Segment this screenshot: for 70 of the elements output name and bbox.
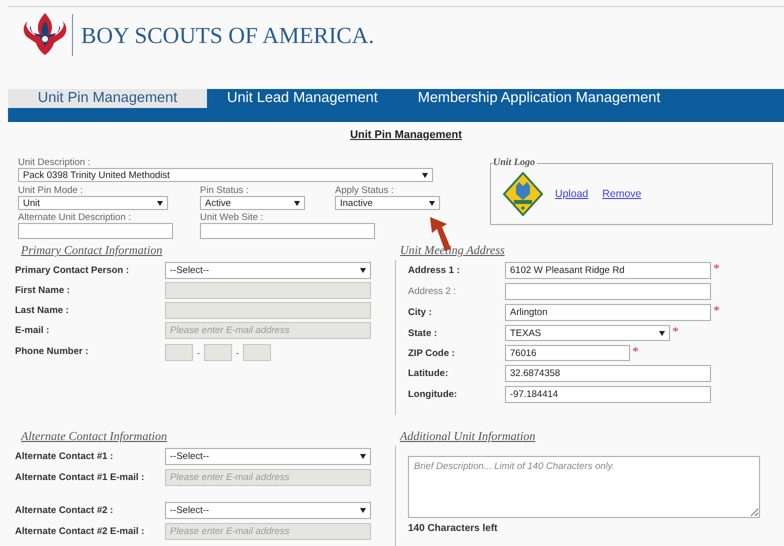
apply-status-select[interactable]: Inactive <box>335 196 440 210</box>
field-label: Unit Pin Mode : <box>18 185 84 196</box>
caret-icon <box>360 508 366 513</box>
required-icon <box>714 306 719 311</box>
field-label: Unit Description : <box>18 157 92 168</box>
field-label: Address 1 : <box>408 265 461 276</box>
field-label: First Name : <box>15 285 71 296</box>
field-label: Alternate Unit Description : <box>18 212 132 223</box>
field-label: Alternate Contact #2 E-mail : <box>15 526 146 537</box>
field-label: Apply Status : <box>335 185 395 196</box>
panel-legend: Unit Logo <box>493 157 537 168</box>
phone-field[interactable] <box>204 344 232 361</box>
character-counter: 140 Characters left <box>408 523 498 534</box>
logo-link[interactable]: Upload <box>555 188 588 200</box>
required-icon <box>633 347 638 352</box>
caret-icon <box>659 330 665 336</box>
field-label: Last Name : <box>15 305 70 316</box>
caret-icon <box>429 200 435 206</box>
unit-description-select[interactable]: Pack 0398 Trinity United Methodist <box>18 168 433 182</box>
caret-icon <box>157 200 163 206</box>
phone-field[interactable] <box>165 344 193 361</box>
required-icon <box>714 264 719 269</box>
field-label: Alternate Contact #2 : <box>15 505 114 516</box>
nav-tab[interactable]: Unit Pin Management <box>8 89 207 108</box>
field-label: Alternate Contact #1 E-mail : <box>15 472 146 483</box>
address-field[interactable]: Arlington <box>505 304 711 321</box>
nav-tab[interactable]: Unit Lead Management <box>207 89 398 108</box>
field-label: Alternate Contact #1 : <box>15 451 114 462</box>
description-textarea[interactable]: Brief Description... Limit of 140 Characters only. <box>408 456 760 518</box>
contact-select[interactable]: --Select-- <box>165 448 371 465</box>
field-label: E-mail : <box>15 325 50 336</box>
alternate-description-field[interactable] <box>18 223 173 239</box>
required-icon <box>673 327 678 332</box>
field-label: Address 2 : <box>408 286 458 297</box>
field-label: Latitude: <box>408 368 450 379</box>
logo-link[interactable]: Remove <box>602 188 642 200</box>
field-label: ZIP Code : <box>408 348 456 358</box>
field-label: Pin Status : <box>200 185 250 196</box>
field-label: Longitude: <box>408 389 458 400</box>
phone-separator: - <box>197 348 200 358</box>
page-title: Unit Pin Management <box>350 129 462 141</box>
section-heading: Unit Meeting Address <box>400 243 506 258</box>
nav-tab[interactable]: Membership Application Management <box>398 89 680 108</box>
section-heading: Alternate Contact Information <box>21 429 168 444</box>
field-label: Primary Contact Person : <box>15 265 130 276</box>
field-label: Unit Web Site : <box>200 212 264 223</box>
address-field[interactable]: 6102 W Pleasant Ridge Rd <box>505 262 711 279</box>
caret-icon <box>360 268 366 273</box>
phone-field[interactable] <box>243 344 271 361</box>
pin-mode-select[interactable]: Unit <box>18 196 168 210</box>
contact-select[interactable]: --Select-- <box>165 262 371 279</box>
field-label: City : <box>408 307 433 318</box>
zip-field[interactable]: 76016 <box>505 345 630 361</box>
field-label: State : <box>408 328 438 338</box>
contact-select[interactable]: --Select-- <box>165 502 371 519</box>
caret-icon <box>422 172 428 178</box>
field-label: Phone Number : <box>15 346 90 357</box>
caret-icon <box>360 454 366 459</box>
section-heading: Primary Contact Information <box>21 243 164 258</box>
state-select[interactable]: TEXAS <box>505 325 670 341</box>
organization-name: BOY SCOUTS OF AMERICA. <box>81 23 374 49</box>
phone-separator: - <box>236 348 239 358</box>
address-field[interactable]: 32.6874358 <box>505 365 711 382</box>
wolf-badge-icon <box>503 172 543 216</box>
caret-icon <box>294 200 300 206</box>
pin-status-select[interactable]: Active <box>200 196 305 210</box>
section-heading: Additional Unit Information <box>400 429 536 444</box>
address-field[interactable] <box>505 283 711 300</box>
web-site-field[interactable] <box>200 223 375 239</box>
address-field[interactable]: -97.184414 <box>505 386 711 403</box>
